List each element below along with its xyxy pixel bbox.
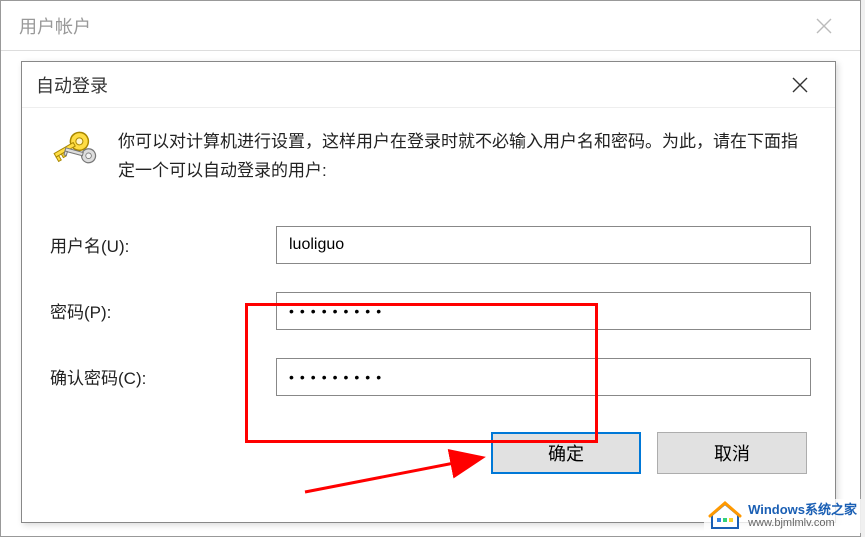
watermark-line2: www.bjmlmlv.com bbox=[748, 517, 857, 529]
parent-titlebar: 用户帐户 bbox=[1, 1, 860, 51]
house-icon bbox=[708, 501, 742, 531]
cancel-button[interactable]: 取消 bbox=[657, 432, 807, 474]
confirm-password-input[interactable] bbox=[276, 358, 811, 396]
close-icon bbox=[816, 18, 832, 34]
parent-close-button[interactable] bbox=[806, 8, 842, 44]
username-row: 用户名(U): bbox=[46, 226, 811, 264]
info-row: 你可以对计算机进行设置，这样用户在登录时就不必输入用户名和密码。为此，请在下面指… bbox=[46, 128, 811, 186]
password-input[interactable] bbox=[276, 292, 811, 330]
watermark-line1: Windows系统之家 bbox=[748, 503, 857, 517]
parent-window-title: 用户帐户 bbox=[19, 13, 806, 39]
ok-button[interactable]: 确定 bbox=[491, 432, 641, 474]
watermark-text: Windows系统之家 www.bjmlmlv.com bbox=[748, 503, 857, 529]
close-icon bbox=[792, 77, 808, 93]
password-label: 密码(P): bbox=[46, 298, 276, 323]
confirm-password-label: 确认密码(C): bbox=[46, 364, 276, 389]
password-row: 密码(P): bbox=[46, 292, 811, 330]
dialog-content: 你可以对计算机进行设置，这样用户在登录时就不必输入用户名和密码。为此，请在下面指… bbox=[22, 108, 835, 490]
username-input[interactable] bbox=[276, 226, 811, 264]
auto-login-dialog: 自动登录 bbox=[21, 61, 836, 523]
keys-icon bbox=[46, 128, 102, 184]
confirm-password-row: 确认密码(C): bbox=[46, 358, 811, 396]
dialog-titlebar: 自动登录 bbox=[22, 62, 835, 108]
parent-window: 用户帐户 自动登录 bbox=[0, 0, 861, 537]
watermark: Windows系统之家 www.bjmlmlv.com bbox=[704, 499, 861, 533]
dialog-close-button[interactable] bbox=[779, 64, 821, 106]
username-label: 用户名(U): bbox=[46, 232, 276, 257]
dialog-description: 你可以对计算机进行设置，这样用户在登录时就不必输入用户名和密码。为此，请在下面指… bbox=[118, 128, 811, 186]
dialog-title: 自动登录 bbox=[36, 72, 779, 98]
button-row: 确定 取消 bbox=[46, 432, 811, 474]
